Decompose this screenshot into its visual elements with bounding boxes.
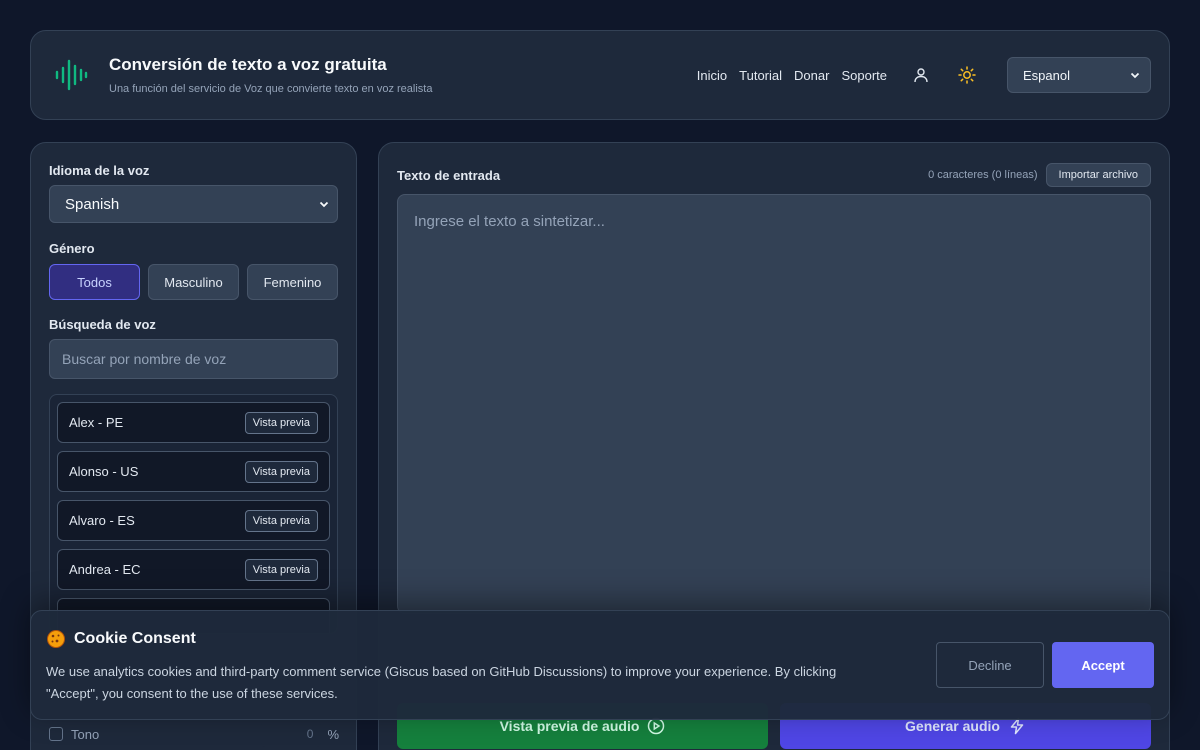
list-item[interactable]: Alvaro - ES Vista previa: [57, 500, 330, 541]
cookie-text: We use analytics cookies and third-party…: [46, 664, 837, 701]
app-header: Conversión de texto a voz gratuita Una f…: [30, 30, 1170, 120]
voice-preview-button[interactable]: Vista previa: [244, 411, 318, 434]
voice-search-label: Búsqueda de voz: [49, 317, 156, 332]
voice-preview-button[interactable]: Vista previa: [244, 558, 318, 581]
voice-name: Alex - PE: [69, 415, 124, 430]
voice-name: Alonso - US: [69, 464, 139, 479]
page-subtitle: Una función del servicio de Voz que conv…: [109, 83, 433, 95]
list-item[interactable]: Andrea - EC Vista previa: [57, 549, 330, 590]
pitch-checkbox[interactable]: [49, 727, 63, 741]
cookie-buttons: Decline Accept: [936, 642, 1154, 688]
page-title: Conversión de texto a voz gratuita: [109, 55, 387, 74]
user-icon[interactable]: [909, 63, 933, 87]
sun-icon[interactable]: [955, 63, 979, 87]
list-item[interactable]: Alex - PE Vista previa: [57, 402, 330, 443]
sound-wave-icon[interactable]: [53, 57, 89, 93]
pitch-input[interactable]: 0: [261, 721, 322, 747]
gender-option-masculino[interactable]: Masculino: [148, 264, 239, 300]
text-input-area[interactable]: Ingrese el texto a sintetizar...: [397, 194, 1151, 614]
input-text-label: Texto de entrada: [397, 167, 501, 183]
list-item[interactable]: Alonso - US Vista previa: [57, 451, 330, 492]
nav-link-tutorial[interactable]: Tutorial: [739, 68, 782, 83]
voice-language-label: Idioma de la voz: [49, 163, 150, 178]
char-count: 0 caracteres (0 líneas): [928, 169, 1038, 181]
voice-language-select[interactable]: Spanish: [49, 185, 338, 223]
preview-audio-label: Vista previa de audio: [499, 718, 640, 734]
nav-link-inicio[interactable]: Inicio: [697, 68, 727, 83]
language-select[interactable]: Espanol: [1007, 57, 1151, 93]
voice-preview-button[interactable]: Vista previa: [244, 509, 318, 532]
generate-audio-label: Generar audio: [905, 718, 1000, 734]
gender-option-todos[interactable]: Todos: [49, 264, 140, 300]
pitch-label: Tono: [71, 726, 100, 742]
text-input-meta: 0 caracteres (0 líneas) Importar archivo: [928, 163, 1151, 187]
title-block: Conversión de texto a voz gratuita Una f…: [109, 55, 697, 95]
cookie-title: Cookie Consent: [74, 630, 196, 647]
nav-link-donar[interactable]: Donar: [794, 68, 829, 83]
voice-name: Alvaro - ES: [69, 513, 135, 528]
voice-name: Andrea - EC: [69, 562, 141, 577]
voice-list[interactable]: Alex - PE Vista previa Alonso - US Vista…: [49, 394, 338, 634]
voice-preview-button[interactable]: Vista previa: [244, 460, 318, 483]
voice-search-input[interactable]: Buscar por nombre de voz: [49, 339, 338, 379]
nav-link-soporte[interactable]: Soporte: [841, 68, 887, 83]
pitch-row: Tono 0 %: [49, 721, 339, 747]
gender-label: Género: [49, 241, 95, 256]
cookie-consent-banner: Cookie Consent We use analytics cookies …: [30, 610, 1170, 720]
voice-language-value: Spanish: [65, 195, 120, 213]
chevron-down-icon: [1130, 72, 1140, 79]
decline-button[interactable]: Decline: [936, 642, 1044, 688]
text-input-header: Texto de entrada 0 caracteres (0 líneas)…: [397, 163, 1151, 187]
import-file-button[interactable]: Importar archivo: [1045, 163, 1151, 187]
language-select-value: Espanol: [1023, 67, 1070, 83]
gender-option-femenino[interactable]: Femenino: [247, 264, 338, 300]
top-nav: Inicio Tutorial Donar Soporte Espanol: [697, 57, 1151, 93]
pitch-unit: %: [327, 726, 339, 742]
chevron-down-icon: [319, 201, 329, 208]
cookie-icon: [47, 630, 65, 648]
gender-filter: Todos Masculino Femenino: [49, 264, 338, 300]
accept-button[interactable]: Accept: [1052, 642, 1154, 688]
